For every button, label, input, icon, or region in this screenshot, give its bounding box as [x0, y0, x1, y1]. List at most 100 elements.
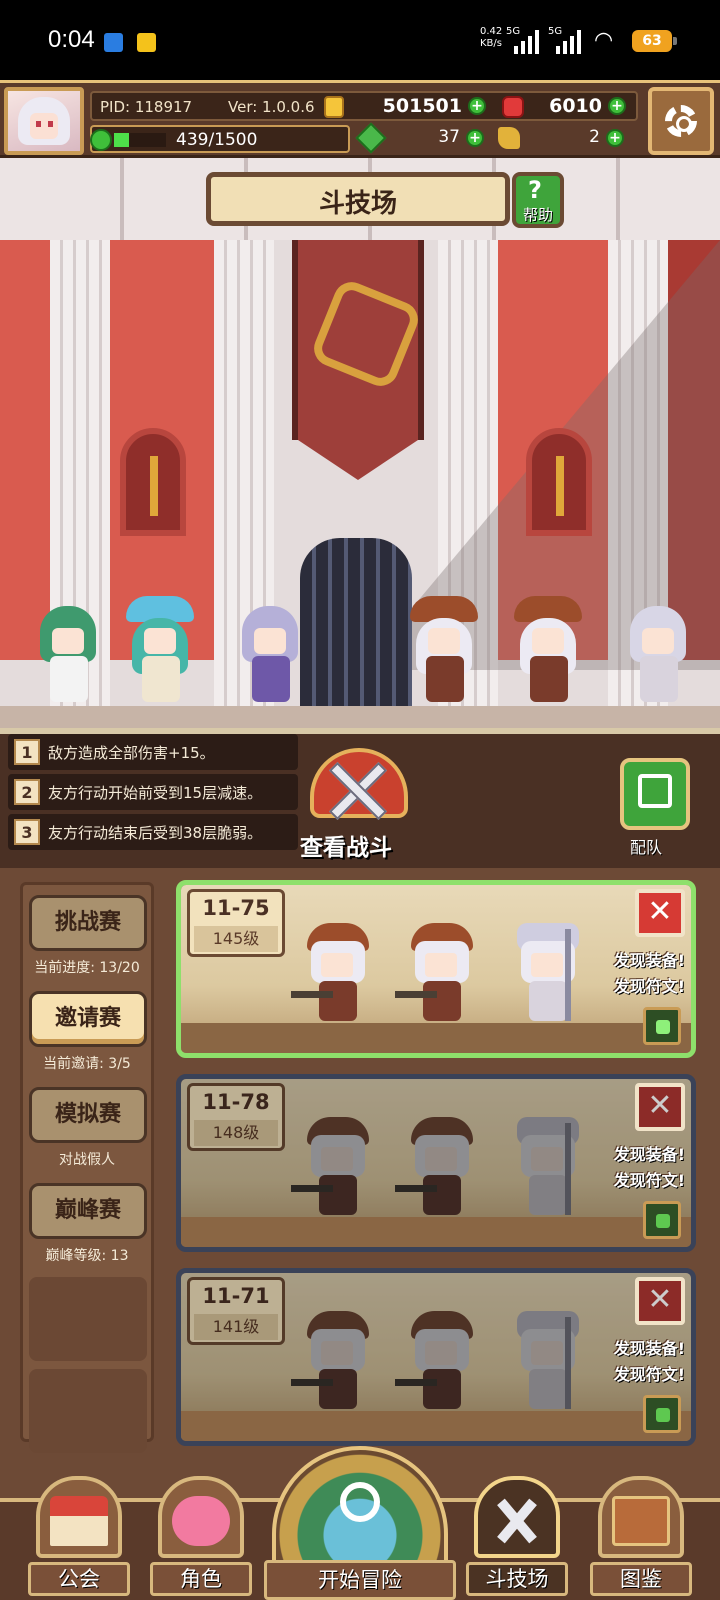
signal-icon-2	[556, 30, 586, 54]
character-portrait-icon	[172, 1496, 230, 1546]
invitation-mode-button[interactable]: 邀请赛	[29, 991, 147, 1047]
dismiss-opponent-button[interactable]: ✕	[635, 889, 685, 937]
found-rune-text: 发现符文!	[613, 977, 685, 996]
buff-number: 3	[14, 819, 40, 845]
buff-row-3: 3 友方行动结束后受到38层脆弱。	[8, 814, 298, 850]
found-equipment-text: 发现装备!	[613, 1339, 685, 1358]
ally-hero-3[interactable]	[230, 598, 310, 716]
opponent-level: 145级	[194, 926, 278, 952]
peak-level: 巅峰等级: 13	[45, 1248, 129, 1264]
found-rune-text: 发现符文!	[613, 1365, 685, 1384]
opponent-card[interactable]: 11-75 145级 ✕ 发现装备! 发现符文!	[176, 880, 696, 1058]
simulation-mode-button[interactable]: 模拟赛	[29, 1087, 147, 1143]
energy-text: 439/1500	[176, 130, 258, 150]
battery-icon: 63	[632, 30, 677, 52]
opponent-hero	[395, 919, 479, 1031]
clover-amount: 37	[438, 127, 460, 147]
help-label: 帮助	[522, 206, 553, 224]
net-speed: 0.42 KB/s	[480, 26, 502, 50]
stage-badge: 11-78 148级	[187, 1083, 285, 1151]
opponent-hero	[291, 1113, 375, 1225]
player-info-bar: PID: 118917 Ver: 1.0.0.6 501501 + 6010 +	[90, 91, 638, 121]
gear-icon	[665, 105, 697, 137]
add-clover-button[interactable]: +	[466, 129, 484, 147]
add-key-button[interactable]: +	[606, 129, 624, 147]
thumbs-up-button[interactable]	[643, 1007, 681, 1045]
buff-text: 友方行动结束后受到38层脆弱。	[48, 824, 263, 842]
stage-badge: 11-75 145级	[187, 889, 285, 957]
dismiss-opponent-button[interactable]: ✕	[635, 1277, 685, 1325]
gem-amount: 6010	[549, 95, 602, 117]
net-speed-value: 0.42	[480, 26, 503, 37]
simulation-desc: 对战假人	[59, 1152, 115, 1168]
thumbs-up-button[interactable]	[643, 1201, 681, 1239]
crossed-swords-icon	[488, 1496, 546, 1546]
sword-niche-left	[120, 428, 186, 536]
energy-progress	[114, 133, 166, 147]
start-adventure-button[interactable]: 开始冒险	[264, 1446, 456, 1600]
found-equipment-text: 发现装备!	[613, 1145, 685, 1164]
buff-row-2: 2 友方行动开始前受到15层减速。	[8, 774, 298, 810]
ally-hero-1[interactable]	[28, 598, 108, 716]
stage-number: 11-71	[202, 1284, 270, 1308]
buff-text: 友方行动开始前受到15层减速。	[48, 784, 263, 802]
nav-role[interactable]: 角色	[150, 1476, 252, 1600]
player-id: PID: 118917	[100, 98, 193, 116]
opponent-level: 141级	[194, 1314, 278, 1340]
clock: 0:04	[48, 26, 95, 53]
nav-guild[interactable]: 公会	[28, 1476, 130, 1600]
enemy-hero-1[interactable]	[404, 596, 484, 716]
game-version: Ver: 1.0.0.6	[228, 98, 315, 116]
energy-meter: 439/1500	[90, 125, 350, 153]
opponent-card[interactable]: 11-71 141级 ✕ 发现装备! 发现符文!	[176, 1268, 696, 1446]
arena-mode-panel: 挑战赛 当前进度: 13/20 邀请赛 当前邀请: 3/5 模拟赛 对战假人 巅…	[0, 868, 720, 1498]
buff-row-1: 1 敌方造成全部伤害+15。	[8, 734, 298, 770]
view-battle-button[interactable]: 查看战斗	[296, 748, 422, 866]
nav-codex-label: 图鉴	[590, 1562, 692, 1596]
opponent-hero	[395, 1113, 479, 1225]
book-icon	[612, 1496, 670, 1546]
ruby-gem-icon	[502, 96, 524, 118]
start-adventure-label: 开始冒险	[264, 1560, 456, 1600]
gold-amount: 501501	[382, 95, 462, 117]
arena-scene: 斗技场 ? 帮助	[0, 158, 720, 728]
enemy-hero-2[interactable]	[508, 596, 588, 716]
stage-number: 11-75	[202, 896, 270, 920]
player-avatar[interactable]	[4, 87, 84, 155]
team-setup-label: 配队	[630, 838, 663, 857]
team-setup-button[interactable]	[620, 758, 690, 830]
opponent-card[interactable]: 11-78 148级 ✕ 发现装备! 发现符文!	[176, 1074, 696, 1252]
key-amount: 2	[589, 127, 600, 147]
energy-clover-icon	[90, 129, 112, 151]
add-gem-button[interactable]: +	[608, 97, 626, 115]
mode-sidebar: 挑战赛 当前进度: 13/20 邀请赛 当前邀请: 3/5 模拟赛 对战假人 巅…	[20, 882, 154, 1453]
sword-niche-right	[526, 428, 592, 536]
help-question-icon: ?	[528, 176, 542, 204]
view-battle-label: 查看战斗	[300, 835, 392, 861]
guild-house-icon	[50, 1496, 108, 1546]
opponent-hero	[511, 919, 585, 1031]
thumbs-up-button[interactable]	[643, 1395, 681, 1433]
key-icon	[498, 127, 520, 149]
buff-number: 1	[14, 739, 40, 765]
opponent-hero	[291, 1307, 375, 1419]
status-bar: 0:04 0.42 KB/s 5G 5G ◠ 63	[0, 0, 720, 80]
dismiss-opponent-button[interactable]: ✕	[635, 1083, 685, 1131]
enemy-hero-3[interactable]	[618, 598, 698, 716]
challenge-mode-button[interactable]: 挑战赛	[29, 895, 147, 951]
settings-button[interactable]	[648, 87, 714, 155]
invitation-count: 当前邀请: 3/5	[43, 1056, 131, 1072]
stage-badge: 11-71 141级	[187, 1277, 285, 1345]
help-button[interactable]: ? 帮助	[512, 172, 564, 228]
ally-hero-2[interactable]	[120, 596, 200, 716]
peak-mode-button[interactable]: 巅峰赛	[29, 1183, 147, 1239]
opponent-hero	[511, 1113, 585, 1225]
net-speed-unit: KB/s	[480, 38, 502, 49]
clover-icon	[355, 122, 387, 154]
add-gold-button[interactable]: +	[468, 97, 486, 115]
arena-banner	[292, 240, 424, 480]
nav-codex[interactable]: 图鉴	[590, 1476, 692, 1600]
signal-icon	[514, 30, 544, 54]
empty-mode-slot	[29, 1277, 147, 1361]
nav-arena[interactable]: 斗技场	[466, 1476, 568, 1600]
